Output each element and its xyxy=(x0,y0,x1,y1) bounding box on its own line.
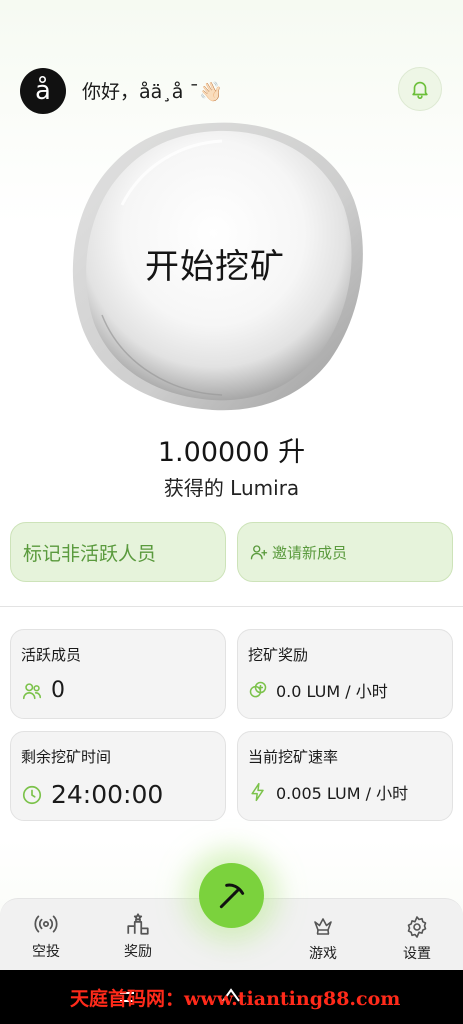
mining-rate-card: 当前挖矿速率 0.005 LUM / 小时 xyxy=(237,731,453,821)
card-title: 剩余挖矿时间 xyxy=(21,748,112,766)
nav-label-rewards: 奖励 xyxy=(124,944,152,960)
avatar[interactable]: å xyxy=(20,68,66,114)
gear-icon xyxy=(407,916,427,938)
invite-label: 邀请新成员 xyxy=(272,543,348,562)
coins-icon xyxy=(249,681,267,698)
nav-item-rewards[interactable]: 奖励 xyxy=(108,911,168,961)
podium-icon xyxy=(127,913,149,935)
active-members-card: 活跃成员 0 xyxy=(10,629,226,719)
notification-button[interactable] xyxy=(398,67,442,111)
chess-queen-icon xyxy=(314,918,332,935)
greeting-text: 你好，åä¸å ¯👋🏻 xyxy=(82,81,223,103)
pickaxe-icon xyxy=(219,883,244,908)
mark-inactive-label: 标记非活跃人员 xyxy=(23,542,157,565)
start-mining-button[interactable]: 开始挖矿 xyxy=(62,115,368,415)
active-members-value: 0 xyxy=(51,678,65,703)
balance-amount: 1.00000 升 xyxy=(157,437,306,468)
add-user-icon xyxy=(250,545,268,560)
card-title: 活跃成员 xyxy=(21,646,82,664)
card-title: 当前挖矿速率 xyxy=(248,748,339,766)
invite-member-button[interactable]: 邀请新成员 xyxy=(237,522,453,582)
clock-icon xyxy=(22,785,42,804)
watermark-text: 天庭首码网：www.tianting88.com xyxy=(70,988,401,1010)
mine-action-button[interactable] xyxy=(199,863,264,928)
nav-item-settings[interactable]: 设置 xyxy=(387,915,447,963)
time-remaining-value: 24:00:00 xyxy=(51,780,164,809)
bell-icon xyxy=(412,81,428,99)
start-mining-label: 开始挖矿 xyxy=(145,247,285,287)
mining-reward-card: 挖矿奖励 0.0 LUM / 小时 xyxy=(237,629,453,719)
airdrop-icon xyxy=(34,915,58,933)
section-divider xyxy=(0,606,463,607)
mining-reward-value: 0.0 LUM / 小时 xyxy=(276,682,388,701)
time-remaining-card: 剩余挖矿时间 24:00:00 xyxy=(10,731,226,821)
nav-label-games: 游戏 xyxy=(309,946,337,962)
system-nav-bar: 天庭首码网：www.tianting88.com xyxy=(0,970,463,1024)
members-icon xyxy=(22,682,42,699)
nav-item-airdrop[interactable]: 空投 xyxy=(16,911,76,961)
lightning-icon xyxy=(251,782,264,802)
earned-label: 获得的 Lumira xyxy=(163,476,300,500)
mark-inactive-button[interactable]: 标记非活跃人员 xyxy=(10,522,226,582)
nav-label-settings: 设置 xyxy=(403,946,431,962)
mining-rate-value: 0.005 LUM / 小时 xyxy=(276,784,409,803)
card-title: 挖矿奖励 xyxy=(248,646,309,664)
nav-item-games[interactable]: 游戏 xyxy=(293,915,353,963)
nav-label-airdrop: 空投 xyxy=(32,944,60,960)
avatar-letter: å xyxy=(35,76,51,106)
